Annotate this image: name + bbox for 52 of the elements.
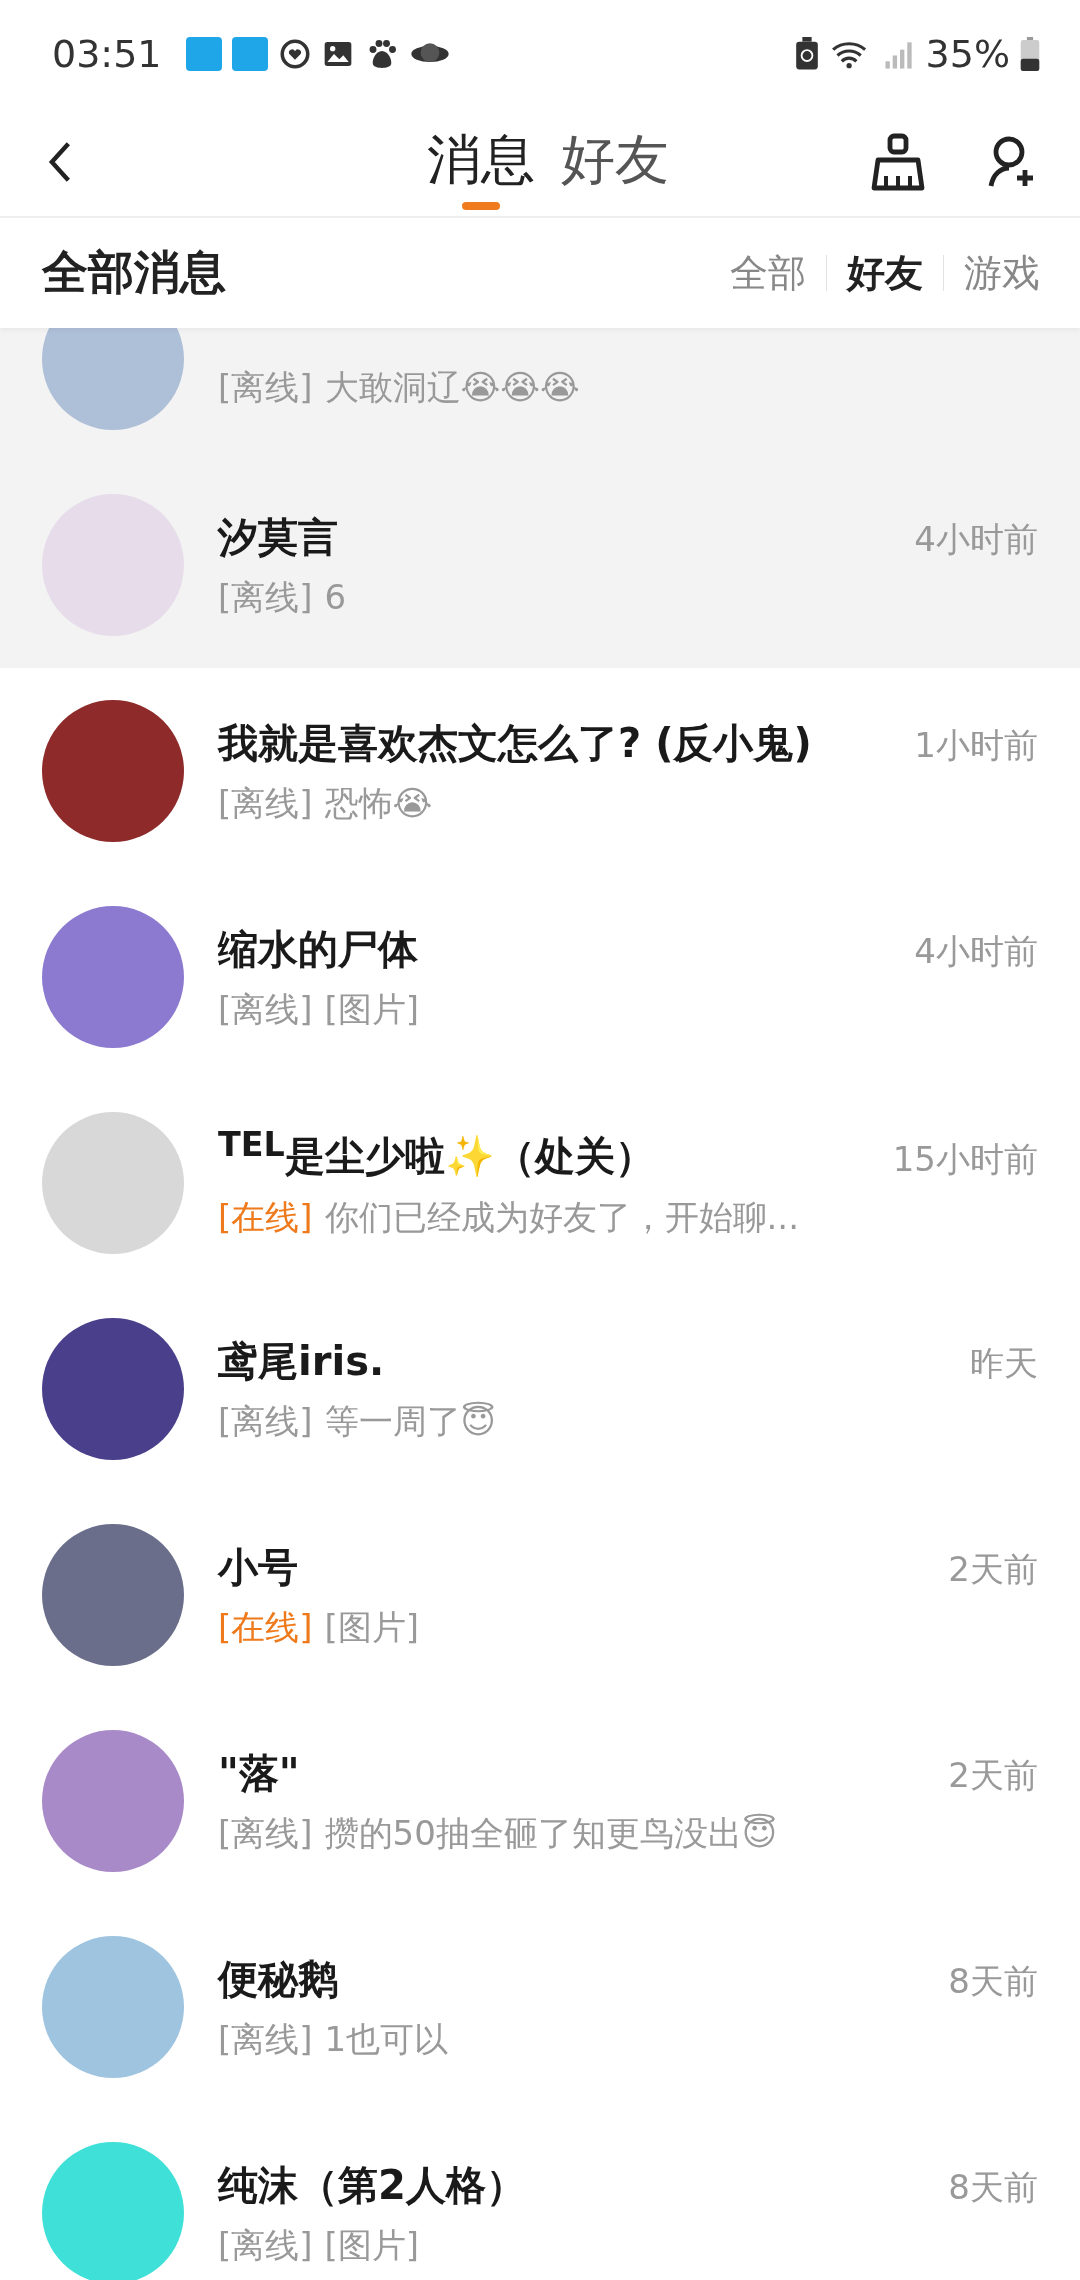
filter-tab[interactable]: 好友: [847, 243, 923, 303]
message-preview: 等一周了😇: [324, 1399, 496, 1443]
message-time: 4小时前: [914, 517, 1038, 561]
contact-name: 小号: [218, 1542, 298, 1592]
contact-name: 汐莫言: [218, 512, 338, 562]
online-status: [离线]: [218, 1811, 313, 1855]
message-time: 1小时前: [914, 723, 1038, 767]
online-status: [离线]: [218, 1399, 313, 1443]
broom-icon[interactable]: [870, 132, 926, 192]
message-preview: 1也可以: [324, 2017, 449, 2061]
header-tab[interactable]: 消息: [427, 113, 535, 211]
battery-percentage: 35%: [925, 32, 1010, 76]
battery-icon: [1020, 37, 1040, 71]
message-time: 8天前: [948, 2165, 1038, 2209]
contact-name: 鸢尾iris.: [218, 1336, 385, 1386]
section-title: 全部消息: [42, 244, 226, 301]
battery-saver-icon: [793, 37, 820, 71]
message-time: 4小时前: [914, 929, 1038, 973]
contact-name: 便秘鹅: [218, 1954, 338, 2004]
online-status: [离线]: [218, 2223, 313, 2267]
message-time: 2天前: [948, 1753, 1038, 1797]
app-notification-icon: [185, 37, 222, 71]
contact-name: $^{TEL}$是尘少啦✨（处关）: [218, 1125, 655, 1182]
online-status: [离线]: [218, 575, 313, 619]
conversation-row[interactable]: 汐莫言 4小时前 [离线] 6: [0, 462, 1080, 668]
online-status: [离线]: [218, 2017, 313, 2061]
status-time: 03:51: [52, 32, 162, 76]
message-time: 2天前: [948, 1547, 1038, 1591]
contact-name: 缩水的尸体: [218, 924, 418, 974]
message-preview: 你们已经成为好友了，开始聊...: [324, 1195, 799, 1239]
online-status: [离线]: [218, 366, 313, 409]
filter-tab[interactable]: 全部: [730, 243, 806, 303]
message-preview: [图片]: [324, 987, 420, 1031]
header-tab[interactable]: 好友: [561, 113, 669, 211]
message-preview: [图片]: [324, 1605, 420, 1649]
contact-name: "落": [218, 1748, 300, 1798]
online-status: [在线]: [218, 1195, 313, 1239]
online-status: [离线]: [218, 781, 313, 825]
message-preview: 攒的50抽全砸了知更鸟没出😇: [324, 1811, 778, 1855]
message-time: 昨天: [970, 1341, 1038, 1385]
message-time: 15小时前: [892, 1137, 1038, 1181]
message-preview: 恐怖😭: [324, 781, 433, 825]
message-time: 8天前: [948, 1959, 1038, 2003]
online-status: [在线]: [218, 1605, 313, 1649]
message-preview: [图片]: [324, 2223, 420, 2267]
filter-tab[interactable]: 游戏: [964, 243, 1040, 303]
message-preview: 6: [324, 576, 347, 617]
message-preview: 大敢洞辽😭😭😭: [324, 366, 580, 409]
online-status: [离线]: [218, 987, 313, 1031]
app-notification-icon: [231, 37, 268, 71]
contact-name: 我就是喜欢杰文怎么了? (反小鬼): [218, 718, 812, 768]
contact-name: 纯沫（第2人格）: [218, 2160, 526, 2210]
